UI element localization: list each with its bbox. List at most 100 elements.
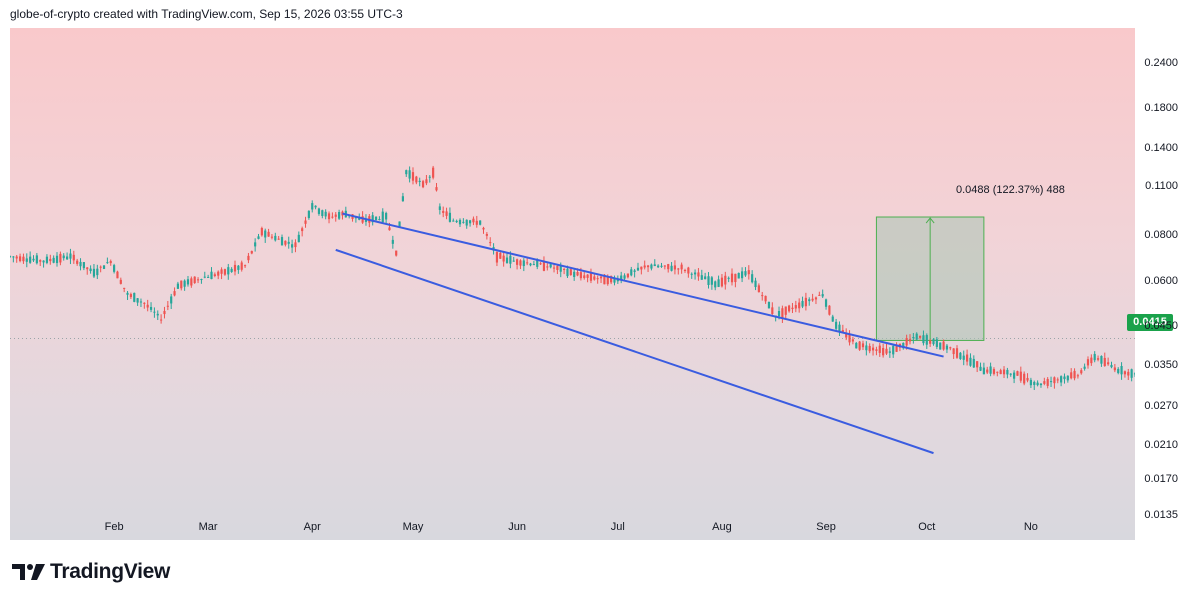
candle-body	[583, 275, 586, 279]
time-axis-tick: Jun	[508, 521, 526, 533]
candle-body	[499, 252, 502, 259]
candle-body	[626, 273, 630, 278]
candle-body	[237, 265, 240, 270]
candle-body	[794, 305, 797, 309]
candle-body	[717, 279, 720, 287]
candle-body	[720, 277, 724, 287]
candle-body	[411, 172, 415, 181]
candle-body	[1070, 372, 1073, 379]
candle-body	[650, 264, 653, 269]
candle-body	[969, 357, 972, 366]
candle-body	[1026, 377, 1029, 381]
candle-body	[243, 265, 247, 267]
candle-body	[116, 271, 119, 279]
candle-body	[475, 220, 478, 225]
candle-body	[307, 210, 310, 218]
candle-body	[549, 264, 552, 268]
candle-body	[378, 219, 381, 221]
candle-body	[801, 300, 804, 307]
candle-body	[455, 220, 458, 223]
time-axis-tick: Mar	[198, 521, 218, 533]
candle-body	[589, 273, 593, 281]
candle-body	[536, 260, 539, 267]
candle-body	[952, 348, 955, 355]
price-axis-tick: 0.0450	[1144, 319, 1178, 332]
candle-body	[1080, 370, 1083, 374]
candle-body	[301, 228, 304, 232]
candle-body	[556, 265, 559, 270]
candle-body	[388, 227, 391, 231]
candle-body	[143, 302, 146, 304]
candle-body	[468, 220, 472, 224]
candle-body	[788, 305, 791, 312]
candle-body	[29, 256, 32, 263]
candle-body	[663, 265, 666, 267]
candle-body	[922, 335, 925, 344]
candle-body	[1127, 371, 1130, 376]
candle-body	[264, 230, 267, 238]
candle-body	[737, 273, 740, 279]
candle-body	[193, 276, 196, 283]
candle-body	[338, 212, 341, 219]
candle-body	[35, 255, 38, 264]
candle-body	[76, 260, 79, 264]
candle-body	[767, 301, 771, 309]
candle-body	[452, 220, 455, 222]
candle-body	[428, 176, 431, 178]
candle-body	[945, 345, 949, 350]
candle-body	[458, 219, 462, 225]
candle-body	[519, 260, 522, 266]
candle-body	[220, 269, 223, 274]
candle-body	[861, 343, 865, 348]
price-axis-tick: 0.0210	[1144, 439, 1178, 452]
candle-body	[59, 253, 62, 263]
candle-body	[1063, 376, 1066, 380]
candle-body	[683, 270, 687, 272]
candle-body	[546, 266, 549, 268]
candle-body	[999, 370, 1002, 375]
candle-body	[1036, 382, 1039, 386]
time-axis-tick: Sep	[816, 521, 836, 533]
candle-body	[667, 264, 670, 270]
candle-body	[170, 296, 173, 304]
candle-body	[939, 342, 942, 350]
candle-body	[1006, 369, 1009, 375]
candle-body	[18, 256, 22, 262]
candle-body	[331, 216, 334, 218]
candle-body	[311, 203, 314, 210]
price-chart[interactable]	[10, 28, 1135, 540]
candle-body	[432, 167, 435, 178]
candle-body	[1049, 381, 1053, 383]
candle-body	[133, 292, 136, 302]
price-axis-tick: 0.1800	[1144, 102, 1178, 115]
candle-body	[1043, 381, 1046, 384]
candle-body	[512, 260, 515, 262]
candle-body	[45, 256, 49, 263]
brand-name: TradingView	[50, 560, 171, 583]
candle-body	[1093, 353, 1096, 361]
candle-body	[935, 339, 938, 347]
candle-body	[49, 258, 52, 262]
candle-body	[777, 311, 781, 317]
candle-body	[418, 180, 421, 182]
candle-body	[495, 252, 499, 263]
candle-body	[1029, 379, 1032, 386]
candle-body	[294, 242, 297, 248]
candle-body	[1090, 357, 1093, 364]
candle-body	[576, 271, 579, 276]
candle-body	[1019, 371, 1022, 381]
candle-body	[334, 214, 337, 217]
candle-body	[448, 212, 452, 222]
candle-body	[415, 176, 418, 183]
candle-body	[485, 233, 488, 236]
price-range-measure-label: 0.0488 (122.37%) 488	[956, 184, 1065, 196]
candle-body	[240, 262, 243, 270]
candle-body	[959, 352, 962, 359]
candle-body	[986, 369, 989, 373]
candle-body	[814, 297, 818, 300]
candle-body	[905, 338, 908, 346]
candle-body	[757, 285, 760, 293]
candle-body	[579, 272, 582, 279]
candle-body	[509, 255, 512, 264]
candle-body	[1073, 370, 1076, 379]
